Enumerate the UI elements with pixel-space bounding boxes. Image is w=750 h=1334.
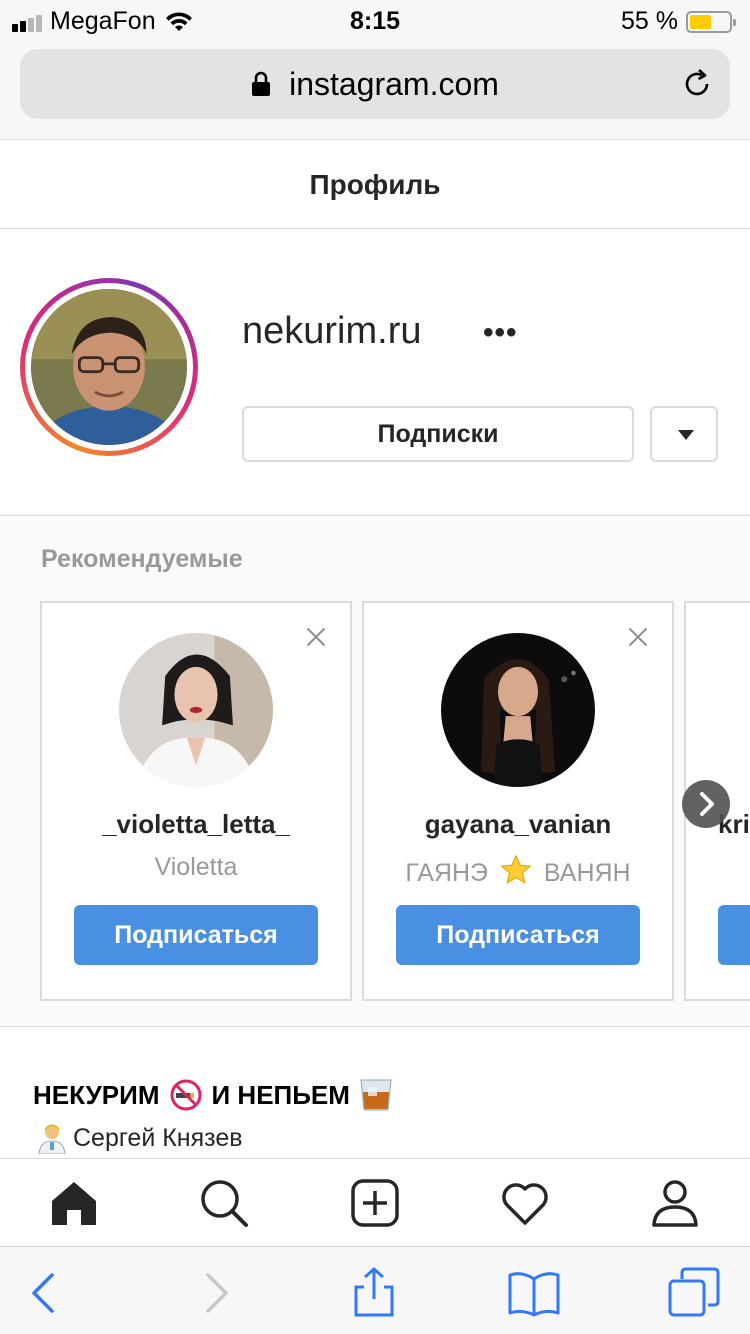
back-icon[interactable] (20, 1267, 72, 1319)
whiskey-glass-icon (360, 1079, 392, 1111)
instagram-bottom-nav (0, 1158, 750, 1246)
profile-username: nekurim.ru (242, 310, 422, 352)
profile-avatar-image (31, 289, 187, 445)
suggestion-fullname: ГАЯНЭ ВАНЯН (364, 853, 672, 888)
suggestion-avatar[interactable] (119, 633, 273, 787)
no-smoking-icon (170, 1079, 201, 1111)
tabs-icon[interactable] (668, 1267, 720, 1319)
more-options-icon[interactable]: ••• (483, 316, 518, 350)
suggested-accounts: Рекомендуемые _violetta_letta_ Violetta … (0, 517, 750, 1027)
story-ring[interactable] (20, 278, 198, 456)
suggestion-card: gayana_vanian ГАЯНЭ ВАНЯН Подписаться (362, 601, 674, 1001)
share-icon[interactable] (348, 1267, 400, 1319)
profile-header: nekurim.ru ••• Подписки (0, 230, 750, 516)
profile-avatar (31, 289, 187, 445)
suggestions-dropdown-button[interactable] (650, 406, 718, 462)
close-icon[interactable] (626, 625, 650, 649)
reload-icon[interactable] (680, 67, 714, 101)
bio-name: Сергей Князев (73, 1123, 243, 1152)
heart-icon[interactable] (499, 1177, 551, 1229)
follow-button[interactable]: Подписаться (74, 905, 318, 965)
chevron-right-icon (700, 792, 714, 816)
home-icon[interactable] (48, 1177, 100, 1229)
close-icon[interactable] (304, 625, 328, 649)
suggestion-avatar-image (119, 633, 273, 787)
suggestion-username[interactable]: _violetta_letta_ (42, 809, 350, 840)
chevron-down-icon (678, 430, 694, 440)
suggestion-fullname-last: ВАНЯН (543, 859, 631, 887)
suggestion-avatar-image (441, 633, 595, 787)
battery-percent: 55 % (621, 7, 678, 35)
status-right: 55 % (621, 7, 736, 36)
story-ring-gap (25, 283, 193, 451)
bookmarks-icon[interactable] (508, 1267, 560, 1319)
profile-icon[interactable] (649, 1177, 701, 1229)
address-bar-content: instagram.com (20, 49, 730, 119)
follow-button[interactable] (718, 905, 750, 965)
next-arrow-button[interactable] (682, 780, 730, 828)
suggestion-fullname: Violetta (154, 853, 238, 881)
suggestion-username[interactable]: gayana_vanian (364, 809, 672, 840)
safari-toolbar (0, 1246, 750, 1334)
browser-chrome: MegaFon 8:15 55 % instagram.com (0, 0, 750, 140)
suggestion-avatar[interactable] (441, 633, 595, 787)
profile-bio: НЕКУРИМ И НЕПЬЕМ Сергей Князев (0, 1028, 750, 1158)
page-title: Профиль (0, 141, 750, 229)
bio-name-line: Сергей Князев (37, 1122, 243, 1154)
bio-title-part2: И НЕПЬЕМ (211, 1079, 350, 1110)
suggestion-fullname-first: ГАЯНЭ (405, 859, 489, 887)
bio-title-part1: НЕКУРИМ (33, 1079, 160, 1110)
doctor-icon (38, 1124, 66, 1154)
suggested-title: Рекомендуемые (41, 545, 243, 573)
new-post-icon[interactable] (349, 1177, 401, 1229)
follow-button[interactable]: Подписаться (396, 905, 640, 965)
star-icon (500, 854, 532, 884)
forward-icon[interactable] (190, 1267, 242, 1319)
address-bar[interactable]: instagram.com (20, 49, 730, 119)
lock-icon (252, 71, 271, 96)
suggestion-card: _violetta_letta_ Violetta Подписаться (40, 601, 352, 1001)
bio-title: НЕКУРИМ И НЕПЬЕМ (33, 1078, 394, 1112)
following-button[interactable]: Подписки (242, 406, 634, 462)
search-icon[interactable] (198, 1177, 250, 1229)
battery-level-fill (690, 14, 711, 29)
battery-icon (686, 10, 736, 33)
url-text: instagram.com (289, 65, 499, 102)
status-bar: MegaFon 8:15 55 % (0, 0, 750, 42)
